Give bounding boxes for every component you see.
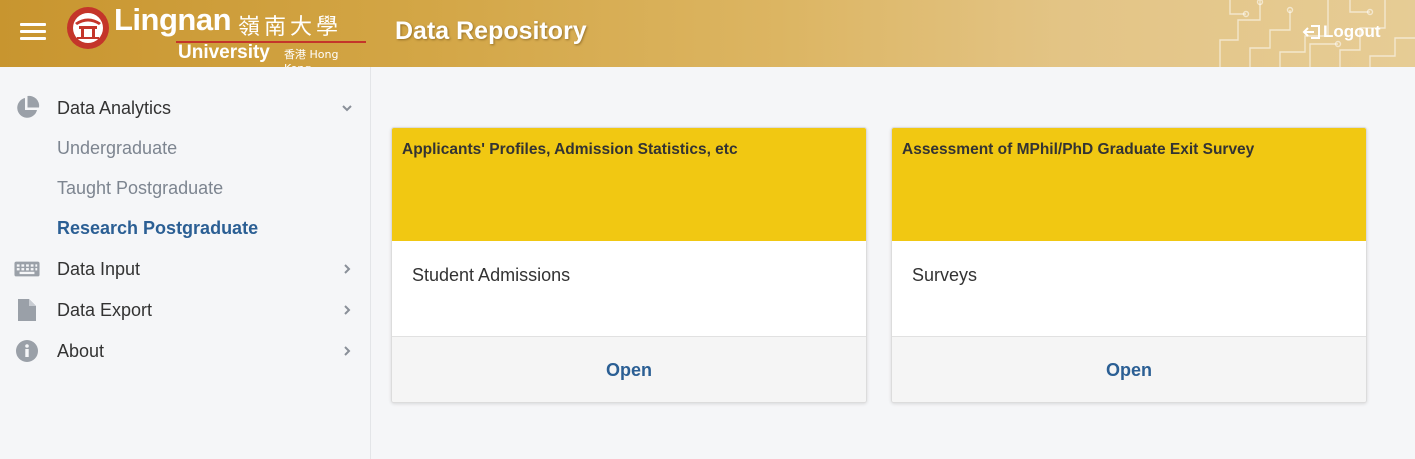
open-button[interactable]: Open <box>1106 360 1152 381</box>
card-footer: Open <box>392 337 866 402</box>
page-title: Data Repository <box>395 17 587 45</box>
logo-university-word: University <box>178 42 270 63</box>
logout-icon <box>1302 25 1320 39</box>
card-title: Assessment of MPhil/PhD Graduate Exit Su… <box>902 141 1255 158</box>
info-icon <box>14 338 40 364</box>
card-category: Student Admissions <box>412 265 571 285</box>
logo-chinese-name: 嶺南大學 <box>238 15 343 40</box>
sidebar-item-about[interactable]: About <box>0 333 370 369</box>
sidebar-subitem-undergraduate[interactable]: Undergraduate <box>57 138 177 159</box>
chevron-right-icon <box>344 264 351 274</box>
chevron-down-icon <box>342 105 352 112</box>
card-category: Surveys <box>912 265 978 285</box>
report-card: Assessment of MPhil/PhD Graduate Exit Su… <box>891 127 1367 403</box>
report-card: Applicants' Profiles, Admission Statisti… <box>391 127 867 403</box>
logo-wordmark: Lingnan <box>114 2 232 37</box>
sidebar-item-label: Data Input <box>57 258 141 279</box>
seal-icon <box>67 7 109 49</box>
chevron-right-icon <box>344 305 351 315</box>
logo-hong-kong: 香港 Hong Kong <box>284 48 339 67</box>
menu-bar <box>20 30 46 33</box>
sidebar-item-label: Data Export <box>57 299 153 320</box>
sidebar: Data Analytics Undergraduate Taught Post… <box>0 67 371 459</box>
chevron-right-icon <box>344 346 351 356</box>
sidebar-item-label: About <box>57 340 105 361</box>
card-header: Applicants' Profiles, Admission Statisti… <box>392 128 866 241</box>
logout-button[interactable]: Logout <box>1302 21 1381 43</box>
pie-chart-icon <box>14 95 40 121</box>
sidebar-item-label: Data Analytics <box>57 97 172 118</box>
card-body: Student Admissions <box>392 241 866 337</box>
card-header: Assessment of MPhil/PhD Graduate Exit Su… <box>892 128 1366 241</box>
card-footer: Open <box>892 337 1366 402</box>
sidebar-subitem-research-postgraduate[interactable]: Research Postgraduate <box>57 218 258 239</box>
menu-toggle-button[interactable] <box>20 21 48 43</box>
menu-bar <box>20 23 46 26</box>
top-header: Lingnan 嶺南大學 University 香港 Hong Kong Dat… <box>0 0 1415 67</box>
sidebar-item-data-input[interactable]: Data Input <box>0 251 370 287</box>
sidebar-item-data-analytics[interactable]: Data Analytics <box>0 90 370 126</box>
sidebar-subitem-taught-postgraduate[interactable]: Taught Postgraduate <box>57 178 223 199</box>
sidebar-item-data-export[interactable]: Data Export <box>0 292 370 328</box>
menu-bar <box>20 37 46 40</box>
card-body: Surveys <box>892 241 1366 337</box>
open-button[interactable]: Open <box>606 360 652 381</box>
logout-label: Logout <box>1323 22 1381 41</box>
card-title: Applicants' Profiles, Admission Statisti… <box>402 141 738 158</box>
university-logo[interactable]: Lingnan 嶺南大學 University 香港 Hong Kong <box>66 2 366 67</box>
keyboard-icon <box>14 256 40 282</box>
file-icon <box>14 297 40 323</box>
